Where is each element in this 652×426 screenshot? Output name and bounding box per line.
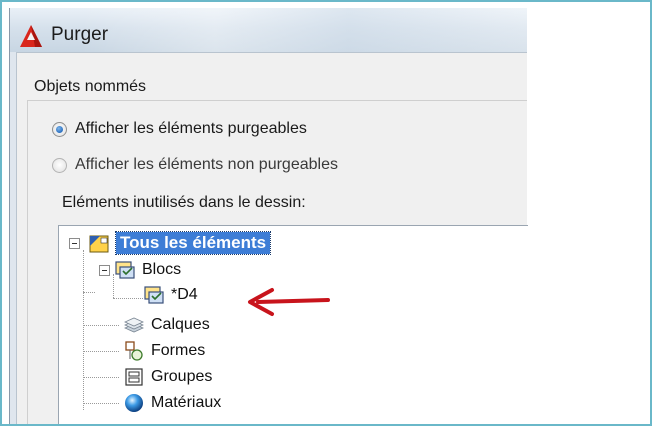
tree-item-formes[interactable]: Formes [123,339,205,363]
radio-button[interactable] [52,157,67,173]
groups-icon [125,368,143,386]
radio-label: Afficher les éléments purgeables [75,120,307,137]
named-objects-label: Objets nommés [34,78,147,95]
layers-icon [124,317,144,333]
tree-item-label: Blocs [142,261,182,278]
block-icon [144,286,164,304]
annotation-arrow-icon [248,288,330,316]
shapes-icon [125,341,143,361]
tree-item-label: Tous les éléments [114,231,272,255]
collapse-icon[interactable] [69,237,80,249]
tree-item-label: Groupes [151,368,213,385]
autocad-logo-icon [20,25,42,47]
tree-item-all[interactable]: Tous les éléments [69,231,272,255]
tree-item-d4[interactable]: *D4 [143,283,198,307]
radio-label: Afficher les éléments non purgeables [75,156,338,173]
tree-item-calques[interactable]: Calques [123,313,210,337]
block-icon [115,261,135,279]
purge-tree-view[interactable]: Tous les éléments Blocs *D4 Calques Form… [58,225,528,426]
collapse-icon[interactable] [99,264,110,276]
tree-item-materiaux[interactable]: Matériaux [123,391,221,415]
window-title: Purger [51,24,109,45]
radio-button-checked[interactable] [52,121,67,137]
tree-item-label: *D4 [171,286,198,303]
radio-show-purgeable[interactable]: Afficher les éléments purgeables [52,120,307,138]
radio-show-non-purgeable[interactable]: Afficher les éléments non purgeables [52,156,338,174]
tree-item-blocs[interactable]: Blocs [99,258,181,282]
title-bar[interactable]: Purger [10,8,527,52]
tree-item-label: Formes [151,342,206,359]
all-items-icon [89,235,109,253]
screenshot-frame: Purger Objets nommés Afficher les élémen… [0,0,652,426]
tree-item-label: Matériaux [151,394,222,411]
materials-icon [125,394,143,412]
tree-heading: Eléments inutilisés dans le dessin: [62,194,306,211]
tree-item-label: Calques [151,316,210,333]
tree-item-groupes[interactable]: Groupes [123,365,212,389]
